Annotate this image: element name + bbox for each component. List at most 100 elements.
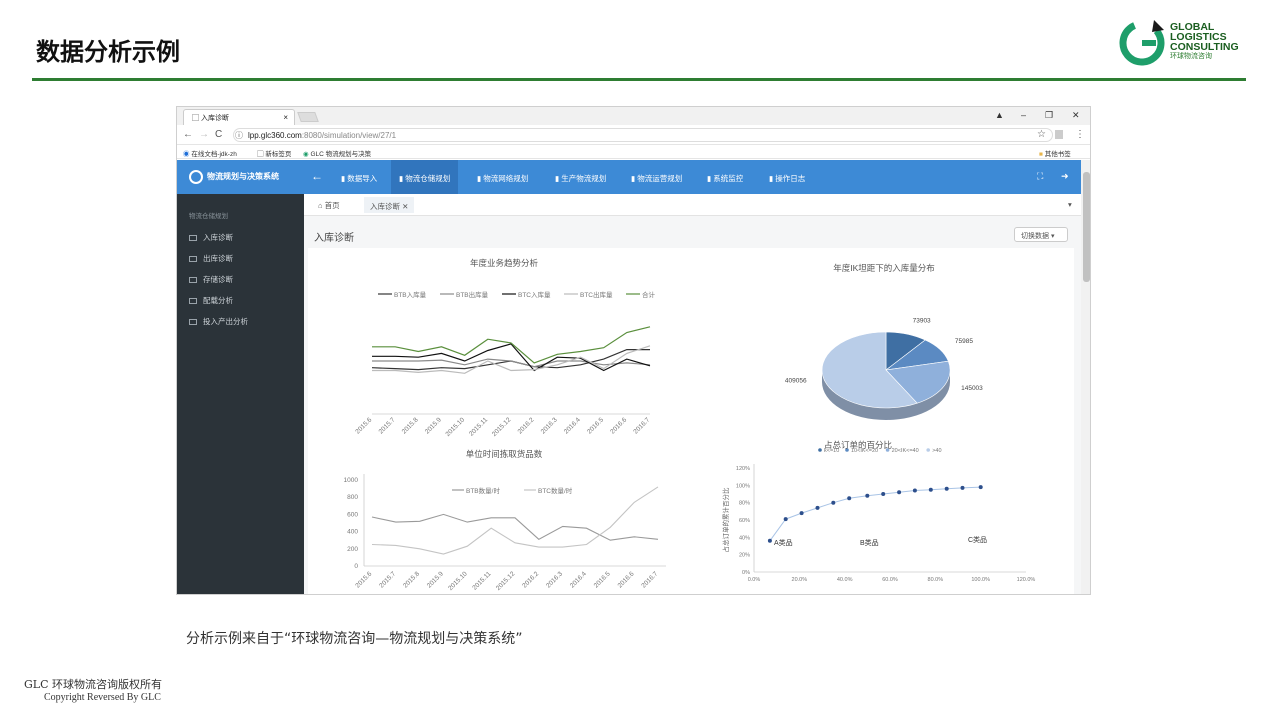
minimize-icon[interactable]: –	[1021, 110, 1026, 120]
glc-logo-mark-icon	[1119, 20, 1165, 66]
x-tick-label: 2015.6	[354, 570, 373, 589]
series-line	[371, 348, 650, 371]
logo-subtitle: 环球物流咨询	[1170, 53, 1212, 60]
menu-production-logistics[interactable]: ▮ 生产物流规划	[549, 160, 606, 194]
menu-network-planning[interactable]: ▮ 物流网络规划	[471, 160, 528, 194]
legend-label: BTB出库量	[456, 290, 489, 299]
menu-data-import[interactable]: ▮ 数据导入	[335, 160, 383, 194]
menu-label: 系统监控	[713, 174, 744, 183]
tab-home[interactable]: ⌂ 首页	[318, 200, 340, 211]
glc-logo: GLOBAL LOGISTICS CONSULTING 环球物流咨询	[1118, 18, 1248, 68]
y-tick-label: 80%	[739, 501, 750, 507]
sidebar-item-io-analysis[interactable]: 投入产出分析	[189, 316, 248, 327]
browser-screenshot: ▢ 入库诊断 × ▲ – ❐ ✕ ← → C lpp.glc360.com:80…	[176, 106, 1091, 595]
legend-label: >40	[932, 448, 941, 454]
y-tick-label: 20%	[739, 553, 750, 559]
data-point	[767, 538, 772, 543]
sidebar-item-storage[interactable]: 存储诊断	[189, 274, 233, 285]
title-divider	[32, 78, 1246, 81]
bookmark-star-icon[interactable]: ☆	[1037, 129, 1046, 140]
charts-panel: 年度业务趋势分析 BTB入库量 BTB出库量 BTC入库量 BTC出库量 合计 2015.6…	[308, 248, 1074, 594]
y-tick-label: 600	[347, 511, 358, 518]
monitor-icon	[189, 298, 197, 305]
scrollbar[interactable]	[1081, 160, 1090, 594]
forward-icon[interactable]: →	[199, 129, 209, 140]
chart3-title: 单位时间拣取货品数	[466, 449, 543, 459]
chart4-y-label: 占总订单的累计百分比	[721, 487, 730, 553]
site-info-icon[interactable]: ⓘ	[235, 130, 243, 141]
data-point	[897, 490, 902, 495]
tabs-dropdown-icon[interactable]: ▾	[1068, 200, 1072, 209]
bookmark-item[interactable]: ▢ 新标签页	[257, 148, 291, 158]
fullscreen-icon[interactable]: ⛶	[1037, 171, 1043, 182]
browser-tab-title: 入库诊断	[200, 115, 229, 122]
legend-swatch	[926, 448, 930, 452]
annotation-label: B类品	[860, 538, 879, 547]
other-bookmarks-label: 其他书签	[1044, 151, 1071, 158]
tab-inbound[interactable]: 入库诊断 ✕	[364, 197, 415, 213]
x-tick-label: 2016.4	[563, 416, 582, 435]
reload-icon[interactable]: C	[215, 129, 222, 140]
y-tick-label: 200	[347, 546, 358, 553]
y-tick-label: 800	[347, 494, 358, 501]
x-tick-label: 100.0%	[971, 577, 990, 583]
data-point	[912, 488, 917, 493]
menu-operation-log[interactable]: ▮ 操作日志	[763, 160, 805, 194]
sidebar-item-label: 出库诊断	[203, 254, 233, 263]
sidebar-item-inbound[interactable]: 入库诊断	[189, 232, 233, 243]
app-logo[interactable]: 物流规划与决策系统	[189, 170, 279, 184]
bookmark-item[interactable]: ◉ GLC 物流规划与决策	[303, 148, 371, 158]
back-icon[interactable]: ←	[183, 129, 193, 140]
new-tab-button[interactable]	[297, 112, 319, 122]
sidebar-item-label: 入库诊断	[203, 233, 233, 242]
pie-value-label: 75985	[955, 338, 973, 345]
url-field[interactable]: lpp.glc360.com:8080/simulation/view/27/1	[233, 128, 1053, 142]
x-tick-label: 2016.3	[545, 570, 564, 589]
legend-label: 合计	[642, 290, 656, 299]
x-tick-label: 2015.9	[424, 416, 443, 435]
pie-value-label: 409056	[785, 378, 807, 385]
window-close-icon[interactable]: ✕	[1072, 110, 1080, 121]
monitor-icon	[189, 235, 197, 242]
other-bookmarks[interactable]: ■ 其他书签	[1039, 148, 1071, 158]
data-point	[799, 511, 804, 516]
x-tick-label: 20.0%	[792, 577, 808, 583]
data-point	[815, 505, 820, 510]
browser-tab[interactable]: ▢ 入库诊断 ×	[183, 109, 295, 125]
y-tick-label: 120%	[736, 466, 750, 472]
switch-data-button[interactable]: 切换数据 ▾	[1014, 227, 1068, 242]
bookmark-item[interactable]: ◉ 在线文档-jdk-zh	[183, 148, 237, 158]
x-tick-label: 2015.11	[468, 416, 489, 437]
sidebar-item-outbound[interactable]: 出库诊断	[189, 253, 233, 264]
menu-warehouse-planning[interactable]: ▮ 物流仓储规划	[391, 160, 459, 194]
menu-label: 操作日志	[775, 174, 806, 183]
x-tick-label: 2015.6	[354, 416, 373, 435]
tab-close-icon[interactable]: ✕	[400, 202, 408, 211]
x-tick-label: 2016.5	[586, 416, 605, 435]
profile-icon[interactable]: ▲	[995, 110, 1004, 120]
copyright-cn: GLC 环球物流咨询版权所有	[24, 678, 163, 691]
data-point	[847, 496, 852, 501]
extension-icon[interactable]	[1055, 130, 1063, 139]
x-tick-label: 2016.4	[569, 570, 588, 589]
address-bar: ← → C lpp.glc360.com:8080/simulation/vie…	[177, 125, 1090, 145]
sidebar-item-loading[interactable]: 配载分析	[189, 295, 233, 306]
back-arrow-icon[interactable]: ←	[311, 169, 323, 183]
menu-operations-planning[interactable]: ▮ 物流运营规划	[625, 160, 682, 194]
app-header: 物流规划与决策系统 ← ▮ 数据导入 ▮ 物流仓储规划 ▮ 物流网络规划 ▮ 生…	[177, 160, 1090, 194]
data-point	[978, 485, 983, 490]
legend-label: BTB数量/时	[466, 486, 500, 495]
y-tick-label: 1000	[344, 477, 359, 484]
slide: 数据分析示例 GLOBAL LOGISTICS CONSULTING 环球物流咨…	[0, 0, 1280, 720]
data-point	[831, 500, 836, 505]
chart1-title: 年度业务趋势分析	[470, 258, 539, 268]
scrollbar-thumb[interactable]	[1083, 172, 1090, 282]
restore-icon[interactable]: ❐	[1045, 110, 1053, 121]
menu-system-monitor[interactable]: ▮ 系统监控	[701, 160, 743, 194]
y-tick-label: 0	[354, 563, 358, 570]
logout-icon[interactable]: ➜	[1061, 171, 1069, 182]
tab-close-icon[interactable]: ×	[283, 113, 288, 122]
series-line	[371, 486, 659, 555]
browser-menu-icon[interactable]: ⋮	[1075, 129, 1085, 140]
x-tick-label: 2015.11	[471, 570, 492, 591]
